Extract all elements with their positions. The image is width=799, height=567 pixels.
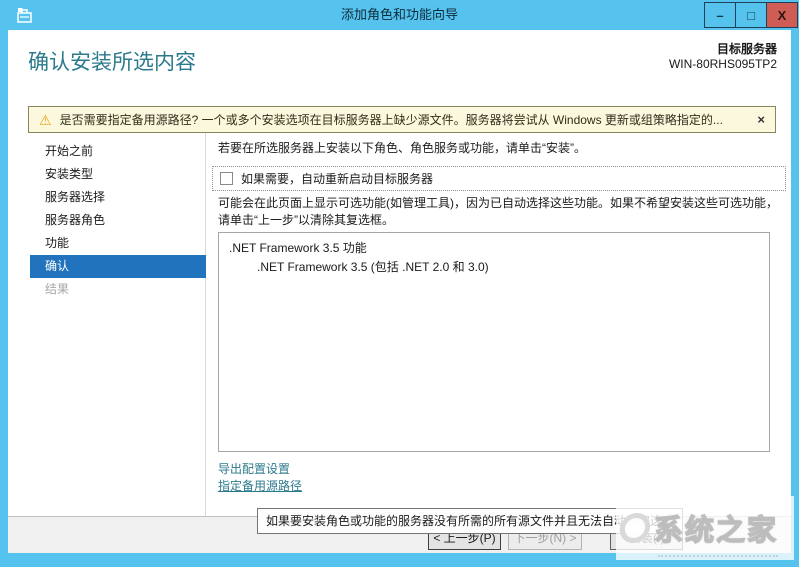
warning-text: 是否需要指定备用源路径? 一个或多个安装选项在目标服务器上缺少源文件。服务器将尝…: [60, 111, 748, 128]
wizard-steps-sidebar: 开始之前 安装类型 服务器选择 服务器角色 功能 确认 结果: [8, 133, 206, 516]
watermark-overlay: 系统之家: [616, 496, 794, 560]
specify-source-path-link[interactable]: 指定备用源路径: [218, 478, 302, 495]
warning-icon: ⚠: [39, 113, 52, 127]
sidebar-item-server-selection[interactable]: 服务器选择: [30, 186, 206, 209]
sidebar-item-features[interactable]: 功能: [30, 232, 206, 255]
sidebar-item-results: 结果: [30, 278, 206, 301]
sidebar-item-confirmation[interactable]: 确认: [30, 255, 206, 278]
feature-item: .NET Framework 3.5 功能: [229, 239, 759, 258]
warning-close-icon[interactable]: ×: [757, 112, 765, 127]
sidebar-item-server-roles[interactable]: 服务器角色: [30, 209, 206, 232]
optional-features-note: 可能会在此页面上显示可选功能(如管理工具)，因为已自动选择这些功能。如果不希望安…: [218, 195, 784, 229]
selected-features-list[interactable]: .NET Framework 3.5 功能 .NET Framework 3.5…: [218, 232, 770, 452]
target-server-block: 目标服务器 WIN-80RHS095TP2: [669, 42, 777, 72]
export-settings-link[interactable]: 导出配置设置: [218, 461, 302, 478]
minimize-button[interactable]: –: [704, 2, 736, 28]
wizard-panel: 确认安装所选内容 目标服务器 WIN-80RHS095TP2 ⚠ 是否需要指定备…: [8, 30, 791, 553]
target-server-name: WIN-80RHS095TP2: [669, 57, 777, 72]
restart-checkbox-label[interactable]: 如果需要，自动重新启动目标服务器: [241, 170, 433, 187]
action-links: 导出配置设置 指定备用源路径: [218, 461, 302, 495]
close-button[interactable]: X: [766, 2, 798, 28]
watermark-logo-icon: [618, 513, 652, 543]
wizard-window: 添加角色和功能向导 – □ X 确认安装所选内容 目标服务器 WIN-80RHS…: [0, 0, 799, 567]
sidebar-item-installation-type[interactable]: 安装类型: [30, 163, 206, 186]
page-title: 确认安装所选内容: [28, 46, 196, 76]
watermark-url-dots: [658, 555, 778, 557]
restart-option-row[interactable]: 如果需要，自动重新启动目标服务器: [212, 166, 786, 191]
intro-text: 若要在所选服务器上安装以下角色、角色服务或功能，请单击“安装”。: [218, 139, 781, 156]
window-title: 添加角色和功能向导: [0, 0, 799, 30]
target-server-label: 目标服务器: [669, 42, 777, 57]
window-controls: – □ X: [705, 2, 798, 28]
restart-checkbox[interactable]: [220, 172, 233, 185]
confirmation-content: 若要在所选服务器上安装以下角色、角色服务或功能，请单击“安装”。 如果需要，自动…: [206, 133, 791, 516]
watermark-text: 系统之家: [654, 507, 778, 549]
warning-banner: ⚠ 是否需要指定备用源路径? 一个或多个安装选项在目标服务器上缺少源文件。服务器…: [28, 106, 776, 133]
maximize-button[interactable]: □: [735, 2, 767, 28]
sidebar-item-before-you-begin[interactable]: 开始之前: [30, 140, 206, 163]
feature-item: .NET Framework 3.5 (包括 .NET 2.0 和 3.0): [229, 258, 759, 277]
titlebar: 添加角色和功能向导 – □ X: [0, 0, 799, 30]
